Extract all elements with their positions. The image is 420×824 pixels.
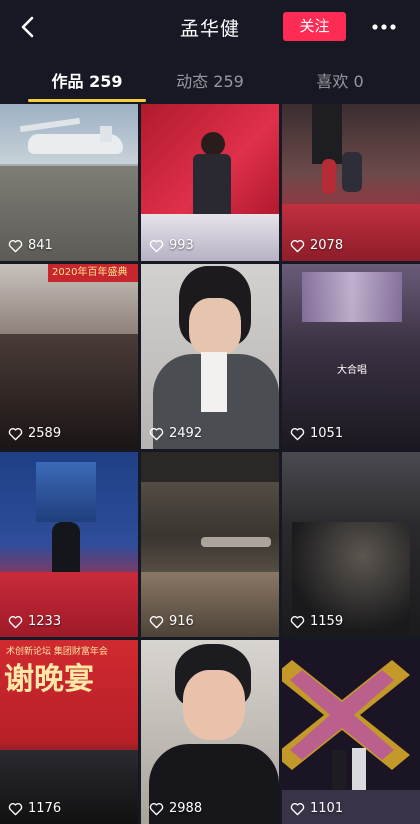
follow-button[interactable]: 关注 — [283, 12, 346, 41]
like-count: 1159 — [290, 614, 343, 629]
profile-header: 孟华健 关注 — [0, 0, 420, 54]
heart-icon — [149, 802, 164, 815]
like-count: 1176 — [8, 801, 61, 816]
tab-activity[interactable]: 动态 259 — [140, 68, 280, 92]
video-thumbnail[interactable]: 大合唱 1051 — [282, 264, 420, 449]
heart-icon — [8, 615, 23, 628]
video-thumbnail[interactable]: 2078 — [282, 104, 420, 261]
video-thumbnail[interactable]: 2020年百年盛典 2589 — [0, 264, 138, 449]
heart-icon — [290, 802, 305, 815]
heart-icon — [290, 239, 305, 252]
heart-icon — [8, 239, 23, 252]
like-count: 916 — [149, 614, 194, 629]
video-grid: 841 993 2078 2020年百年盛典 2589 2492 大合唱 105… — [0, 104, 420, 824]
like-count: 1233 — [8, 614, 61, 629]
video-caption: 大合唱 — [337, 365, 367, 376]
heart-icon — [149, 427, 164, 440]
like-count: 2492 — [149, 426, 202, 441]
tab-likes[interactable]: 喜欢 0 — [270, 68, 410, 92]
event-banner: 2020年百年盛典 — [48, 264, 138, 282]
video-thumbnail[interactable]: 2988 — [141, 640, 279, 824]
more-dots-icon[interactable] — [370, 17, 398, 37]
heart-icon — [290, 615, 305, 628]
profile-tabs: 作品 259 动态 259 喜欢 0 — [0, 56, 420, 104]
like-count: 993 — [149, 238, 194, 253]
video-thumbnail[interactable]: 916 — [141, 452, 279, 637]
like-count: 2589 — [8, 426, 61, 441]
like-count: 1051 — [290, 426, 343, 441]
heart-icon — [290, 427, 305, 440]
video-thumbnail[interactable]: 2492 — [141, 264, 279, 449]
heart-icon — [8, 802, 23, 815]
like-count: 841 — [8, 238, 53, 253]
like-count: 2988 — [149, 801, 202, 816]
tab-works[interactable]: 作品 259 — [17, 68, 157, 92]
heart-icon — [149, 239, 164, 252]
event-banner: 谢晚宴 — [4, 662, 94, 697]
video-thumbnail[interactable]: 1159 — [282, 452, 420, 637]
page-title: 孟华健 — [179, 18, 240, 40]
like-count: 1101 — [290, 801, 343, 816]
heart-icon — [8, 427, 23, 440]
video-thumbnail[interactable]: 993 — [141, 104, 279, 261]
video-thumbnail[interactable]: 841 — [0, 104, 138, 261]
heart-icon — [149, 615, 164, 628]
active-tab-indicator — [28, 99, 146, 102]
video-thumbnail[interactable]: 1233 — [0, 452, 138, 637]
like-count: 2078 — [290, 238, 343, 253]
video-thumbnail[interactable]: 1101 — [282, 640, 420, 824]
video-thumbnail[interactable]: 术创新论坛 集团财富年会 谢晚宴 1176 — [0, 640, 138, 824]
